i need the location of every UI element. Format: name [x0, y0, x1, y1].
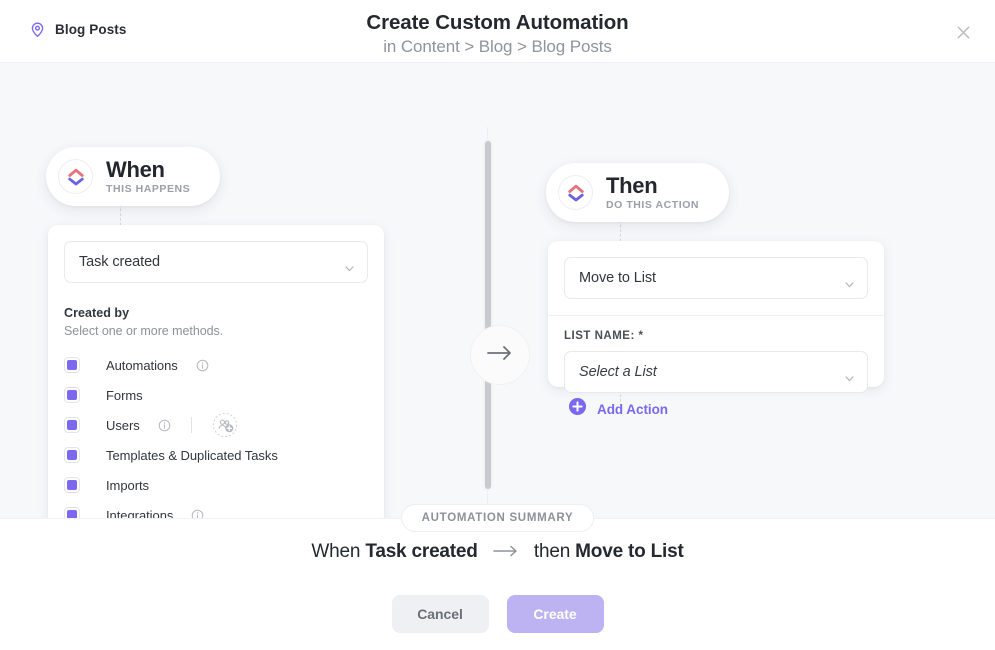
list-name-select[interactable]: Select a List [564, 351, 868, 393]
breadcrumb-label: Blog Posts [55, 22, 127, 37]
list-name-select-value: Select a List [579, 364, 657, 380]
method-checkbox[interactable] [64, 417, 80, 433]
arrow-right-icon [487, 345, 513, 366]
then-card: Move to List LIST NAME: * Select a List [548, 241, 884, 393]
trigger-select[interactable]: Task created [64, 241, 368, 283]
method-label: Imports [106, 477, 149, 493]
create-button[interactable]: Create [506, 595, 604, 633]
then-pill-text: Then DO THIS ACTION [606, 173, 699, 212]
add-action-button[interactable]: Add Action [568, 397, 668, 421]
then-pill: Then DO THIS ACTION [546, 163, 730, 222]
method-row[interactable]: Templates & Duplicated Tasks [64, 440, 368, 470]
dialog-title-block: Create Custom Automation in Content > Bl… [0, 10, 995, 58]
method-checkbox[interactable] [64, 507, 80, 518]
method-row[interactable]: Imports [64, 470, 368, 500]
chevron-down-icon [345, 259, 354, 272]
then-pill-subtitle: DO THIS ACTION [606, 199, 700, 211]
trigger-select-value: Task created [79, 254, 161, 270]
created-by-label: Created by [64, 306, 130, 320]
summary-when-word: When [311, 541, 361, 563]
when-pill: When THIS HAPPENS [46, 147, 221, 206]
scrollbar-thumb[interactable] [485, 141, 491, 489]
when-card-inner: Task created Created by Select one or mo… [48, 225, 384, 518]
summary-action-text: Move to List [575, 541, 684, 563]
created-by-hint: Select one or more methods. [64, 324, 224, 338]
method-checkbox-list: Automations Forms Users Templates & Duplica… [64, 350, 368, 518]
automation-summary-line: When Task created then Move to List [0, 541, 995, 563]
when-pill-subtitle: THIS HAPPENS [106, 183, 191, 195]
clickup-chevron-icon [58, 159, 93, 194]
close-icon [955, 24, 972, 41]
cancel-button[interactable]: Cancel [391, 595, 489, 633]
method-checkbox[interactable] [64, 357, 80, 373]
method-row[interactable]: Automations [64, 350, 368, 380]
dialog-footer: AUTOMATION SUMMARY When Task created the… [0, 504, 995, 650]
method-checkbox[interactable] [64, 447, 80, 463]
method-label: Templates & Duplicated Tasks [106, 447, 278, 463]
method-label: Automations [106, 357, 178, 373]
list-name-field-group: LIST NAME: * Select a List [548, 315, 884, 409]
automation-dialog: Blog Posts Create Custom Automation in C… [0, 0, 995, 650]
add-action-label: Add Action [597, 401, 668, 417]
location-pin-icon [29, 21, 46, 38]
info-icon[interactable] [191, 509, 204, 518]
dialog-body: When THIS HAPPENS Task created Created b… [0, 63, 995, 518]
method-label: Integrations [106, 507, 174, 519]
action-select[interactable]: Move to List [564, 257, 868, 299]
when-pill-text: When THIS HAPPENS [106, 157, 190, 196]
when-pill-title: When [106, 157, 165, 182]
method-row[interactable]: Forms [64, 380, 368, 410]
info-icon[interactable] [196, 359, 209, 372]
clickup-chevron-icon [558, 175, 593, 210]
method-checkbox[interactable] [64, 477, 80, 493]
page-subtitle: in Content > Blog > Blog Posts [383, 37, 612, 56]
when-card: Task created Created by Select one or mo… [48, 225, 384, 518]
info-icon[interactable] [158, 419, 171, 432]
chevron-down-icon [845, 275, 854, 288]
add-user-avatar-icon[interactable] [212, 412, 238, 438]
breadcrumb[interactable]: Blog Posts [29, 21, 127, 38]
action-select-value: Move to List [579, 270, 656, 286]
row-divider [190, 417, 192, 433]
method-row[interactable]: Users [64, 410, 368, 440]
method-label: Users [106, 417, 140, 433]
summary-trigger-text: Task created [365, 541, 478, 563]
page-title: Create Custom Automation [366, 11, 629, 34]
flow-arrow-badge [470, 325, 530, 385]
method-label: Forms [106, 387, 143, 403]
vertical-scrollbar[interactable] [483, 139, 493, 491]
then-pill-title: Then [606, 173, 658, 198]
summary-then-word: then [533, 541, 571, 563]
dialog-header: Blog Posts Create Custom Automation in C… [0, 0, 995, 63]
arrow-right-icon [493, 541, 519, 563]
then-card-top: Move to List [548, 241, 884, 299]
method-checkbox[interactable] [64, 387, 80, 403]
plus-circle-icon [568, 397, 587, 421]
automation-summary-chip: AUTOMATION SUMMARY [400, 504, 595, 532]
method-row[interactable]: Integrations [64, 500, 368, 518]
list-name-label: LIST NAME: * [564, 330, 644, 342]
close-button[interactable] [947, 16, 979, 48]
chevron-down-icon [845, 369, 854, 382]
footer-button-row: Cancel Create [0, 595, 995, 633]
